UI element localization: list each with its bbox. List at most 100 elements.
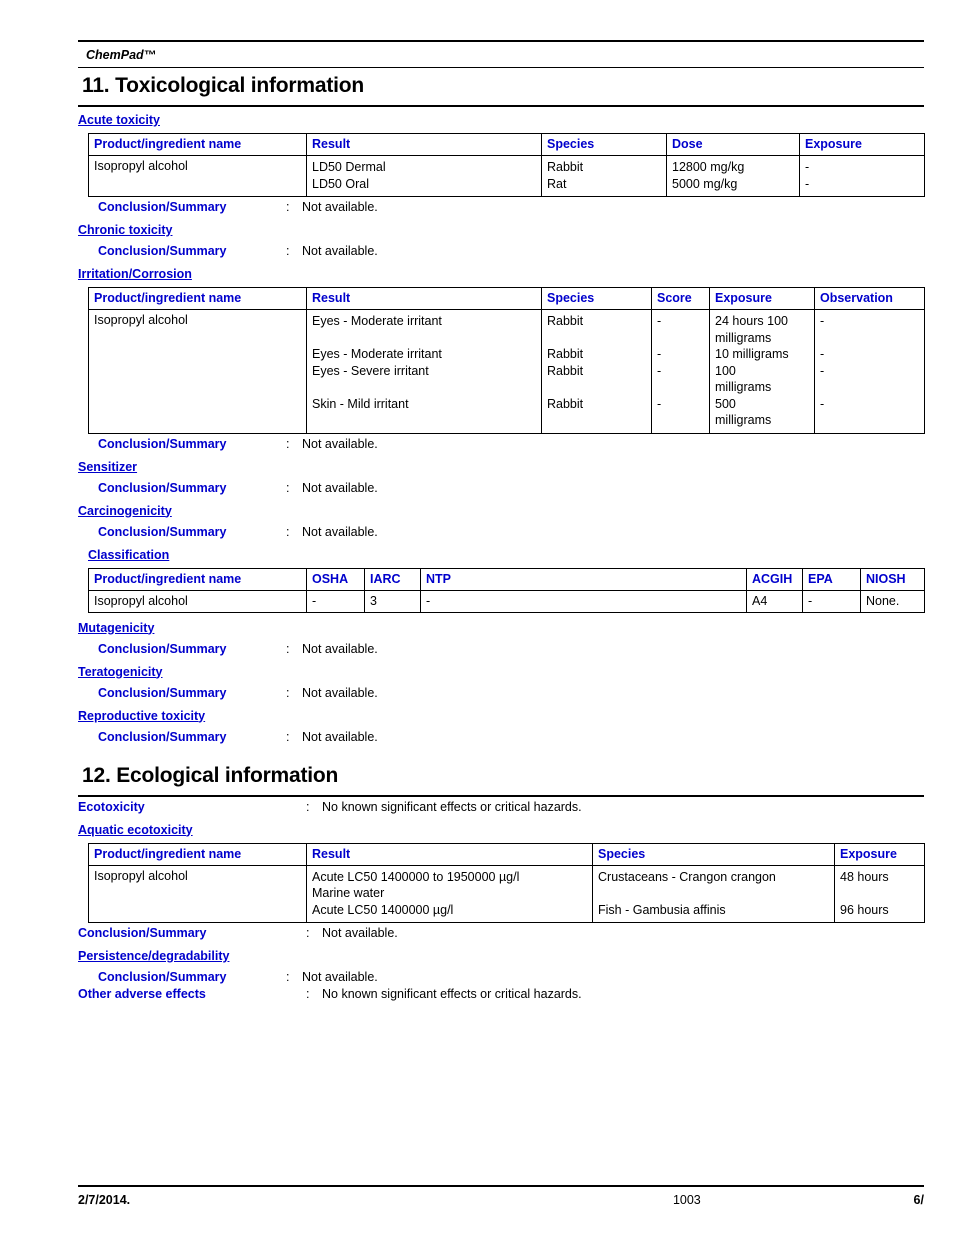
irritation-corrosion-table: Product/ingredient name Result Species S… [88,287,925,434]
column-header-result: Result [306,133,542,156]
table-header-row: Product/ingredient name OSHA IARC NTP AC… [88,567,925,591]
column-header-score: Score [651,287,710,310]
label-conclusion-summary: Conclusion/Summary [98,641,227,656]
column-header-species: Species [541,133,667,156]
aquatic-ecotoxicity-table: Product/ingredient name Result Species E… [88,842,925,924]
document-page: ChemPad™ 11. Toxicological information A… [0,0,954,1235]
value-other-adverse-effects: No known significant effects or critical… [322,987,582,1001]
cell-name: Isopropyl alcohol [88,864,307,923]
value-conclusion-summary: Not available. [302,480,378,495]
column-header-dose: Dose [666,133,800,156]
value-conclusion-summary: Not available. [302,524,378,539]
acute-conclusion-row: Conclusion/Summary : Not available. [78,200,924,214]
cell-osha: - [306,589,365,613]
cell-name: Isopropyl alcohol [88,309,307,434]
subheading-persistence-degradability: Persistence/degradability [78,949,230,963]
subheading-sensitizer: Sensitizer [78,459,138,474]
column-header-result: Result [306,287,542,310]
cell-iarc: 3 [364,589,421,613]
subheading-acute-toxicity: Acute toxicity [78,113,160,127]
cell-score: - - - - [651,309,710,434]
other-adverse-effects-row: Other adverse effects : No known signifi… [78,987,924,1001]
column-header-name: Product/ingredient name [88,133,307,156]
table-row: Isopropyl alcohol Acute LC50 1400000 to … [88,864,925,923]
subheading-aquatic-ecotoxicity: Aquatic ecotoxicity [78,822,193,837]
label-conclusion-summary: Conclusion/Summary [98,729,227,744]
cell-epa: - [802,589,861,613]
cell-species: Crustaceans - Crangon crangon Fish - Gam… [592,864,835,923]
value-conclusion-summary: Not available. [302,729,378,744]
table-row: Isopropyl alcohol - 3 - A4 - None. [88,589,925,613]
teratogenicity-conclusion-row: Conclusion/Summary : Not available. [78,686,924,700]
colon: : [286,200,290,214]
footer-doc-number: 1003 [672,1193,701,1207]
cell-dose: 12800 mg/kg 5000 mg/kg [666,155,800,197]
colon: : [306,987,310,1001]
table-header-row: Product/ingredient name Result Species S… [88,287,925,310]
subheading-mutagenicity: Mutagenicity [78,620,155,635]
colon: : [286,970,290,984]
value-conclusion-summary: Not available. [322,926,398,940]
colon: : [286,729,290,744]
cell-name: Isopropyl alcohol [88,589,307,613]
label-conclusion-summary: Conclusion/Summary [98,685,227,700]
colon: : [286,524,290,539]
ecotoxicity-row: Ecotoxicity : No known significant effec… [78,800,924,814]
label-conclusion-summary: Conclusion/Summary [98,200,227,214]
colon: : [286,641,290,656]
page-content: ChemPad™ 11. Toxicological information A… [78,40,925,1004]
value-conclusion-summary: Not available. [302,685,378,700]
subheading-chronic-toxicity: Chronic toxicity [78,223,173,237]
subheading-reproductive-toxicity: Reproductive toxicity [78,708,206,723]
value-conclusion-summary: Not available. [302,436,378,451]
cell-exposure: - - [799,155,925,197]
acute-toxicity-table: Product/ingredient name Result Species D… [88,133,925,197]
column-header-species: Species [592,842,835,866]
chronic-conclusion-row: Conclusion/Summary : Not available. [78,244,924,258]
column-header-observation: Observation [814,287,925,310]
document-header: ChemPad™ [78,40,924,68]
document-title: ChemPad™ [86,48,157,62]
subheading-teratogenicity: Teratogenicity [78,664,163,679]
colon: : [286,685,290,700]
cell-exposure: 48 hours 96 hours [834,864,925,923]
column-header-name: Product/ingredient name [88,287,307,310]
irritation-conclusion-row: Conclusion/Summary : Not available. [78,437,924,451]
label-conclusion-summary: Conclusion/Summary [98,244,227,258]
cell-species: Rabbit Rat [541,155,667,197]
table-header-row: Product/ingredient name Result Species D… [88,133,925,156]
cell-observation: - - - - [814,309,925,434]
label-ecotoxicity: Ecotoxicity [78,799,145,814]
column-header-iarc: IARC [364,567,421,591]
cell-result: Acute LC50 1400000 to 1950000 µg/l Marin… [306,864,593,923]
value-conclusion-summary: Not available. [302,970,378,984]
column-header-epa: EPA [802,567,861,591]
value-ecotoxicity: No known significant effects or critical… [322,799,582,814]
classification-table: Product/ingredient name OSHA IARC NTP AC… [88,567,925,613]
column-header-exposure: Exposure [799,133,925,156]
column-header-species: Species [541,287,652,310]
section-title-toxicological: 11. Toxicological information [78,68,924,107]
table-row: Isopropyl alcohol LD50 Dermal LD50 Oral … [88,155,925,197]
aquatic-conclusion-row: Conclusion/Summary : Not available. [78,926,924,940]
column-header-exposure: Exposure [834,842,925,866]
cell-species: Rabbit Rabbit Rabbit Rabbit [541,309,652,434]
mutagenicity-conclusion-row: Conclusion/Summary : Not available. [78,642,924,656]
column-header-niosh: NIOSH [860,567,925,591]
value-conclusion-summary: Not available. [302,200,378,214]
label-other-adverse-effects: Other adverse effects [78,987,206,1001]
label-conclusion-summary: Conclusion/Summary [98,524,227,539]
label-conclusion-summary: Conclusion/Summary [98,480,227,495]
label-conclusion-summary: Conclusion/Summary [98,970,227,984]
cell-ntp: - [420,589,747,613]
colon: : [286,244,290,258]
column-header-name: Product/ingredient name [88,567,307,591]
cell-niosh: None. [860,589,925,613]
subheading-classification: Classification [88,547,170,562]
column-header-exposure: Exposure [709,287,815,310]
cell-name: Isopropyl alcohol [88,155,307,197]
column-header-osha: OSHA [306,567,365,591]
persistence-conclusion-row: Conclusion/Summary : Not available. [78,970,924,984]
cell-result: LD50 Dermal LD50 Oral [306,155,542,197]
cell-result: Eyes - Moderate irritant Eyes - Moderate… [306,309,542,434]
